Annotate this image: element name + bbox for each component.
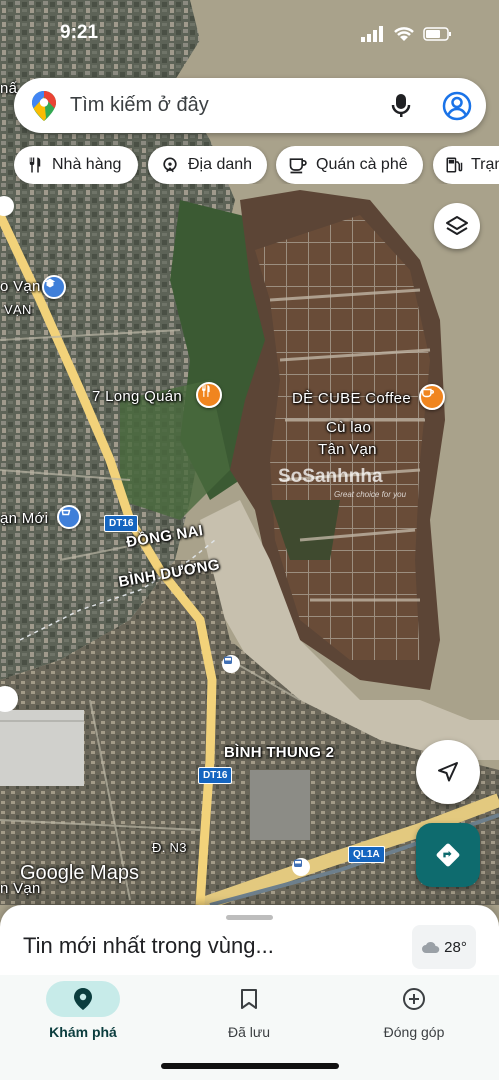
cloud-icon [422,941,440,953]
google-maps-attribution: Google Maps [20,862,139,884]
nav-icon-container [377,981,451,1017]
directions-icon [436,843,460,867]
chip-label: Quán cà phê [316,156,408,173]
coffee-pin-icon[interactable] [419,384,445,410]
chip-restaurants[interactable]: Nhà hàng [14,146,138,184]
coffee-icon [289,158,307,174]
status-icons [361,26,453,42]
road-shield-dt16: DT16 [104,515,139,532]
nav-active-indicator [46,981,120,1017]
nav-item-contribute[interactable]: Đóng góp [354,981,474,1061]
restaurant-pin-icon[interactable] [196,382,222,408]
search-input[interactable]: Tìm kiếm ở đây [70,94,209,117]
landmark-icon [163,157,177,173]
sheet-drag-handle[interactable] [226,915,273,920]
school-pin-icon[interactable] [42,275,66,299]
directions-button[interactable] [416,823,480,887]
weather-badge[interactable]: 28° [412,925,476,969]
nav-item-explore[interactable]: Khám phá [23,981,143,1061]
home-indicator [161,1063,339,1069]
status-bar: 9:21 [0,0,499,56]
road-shield-dt16-south: DT16 [198,767,233,784]
signal-icon [361,26,383,42]
location-pin-icon [74,988,92,1010]
left-label-nam: nấ [0,80,18,97]
island-label-line1: Cù lao [326,419,372,436]
shopping-pin-icon[interactable] [57,505,81,529]
poi-label-coffee[interactable]: DÈ CUBE Coffee [292,390,411,407]
sheet-title[interactable]: Tin mới nhất trong vùng... [23,933,274,959]
bookmark-icon [241,989,257,1009]
add-circle-icon [403,988,425,1010]
battery-icon [423,27,451,41]
chip-label: Nhà hàng [52,156,122,173]
left-label-van-2: VẠN [4,302,32,317]
weather-temperature: 28° [444,938,467,956]
left-label-van-moi: ạn Mới [0,510,49,527]
chip-coffee-shops[interactable]: Quán cà phê [276,146,423,184]
chip-landmarks[interactable]: Địa danh [148,146,267,184]
search-bar[interactable]: Tìm kiếm ở đây [14,78,486,133]
nav-item-saved[interactable]: Đã lưu [189,981,309,1061]
layers-button[interactable] [434,203,480,249]
google-maps-pin-icon [32,91,56,126]
layers-icon [446,216,468,235]
navigation-arrow-icon [438,762,458,782]
watermark-subtitle: Great choice for you [334,490,407,499]
road-label-n3: Đ. N3 [152,840,187,855]
chip-gas-stations[interactable]: Trạm [433,146,499,184]
bus-stop-icon[interactable] [222,655,240,673]
nav-label-contribute: Đóng góp [383,1024,445,1040]
area-label-binh-thung-2: BÌNH THUNG 2 [224,744,335,761]
nav-label-explore: Khám phá [49,1024,117,1040]
microphone-icon[interactable] [390,92,412,125]
status-time: 9:21 [60,22,99,43]
island-label-line2: Tân Vạn [318,441,377,458]
gas-station-icon [446,157,463,173]
account-avatar-icon[interactable] [442,91,472,126]
road-shield-ql1a: QL1A [348,846,385,863]
nav-label-saved: Đã lưu [227,1024,271,1040]
poi-label-restaurant[interactable]: 7 Long Quán [92,388,182,405]
restaurant-icon [29,157,41,173]
wifi-icon [394,27,414,41]
left-label-van: o Vạn [0,278,41,295]
chip-label: Trạm [471,156,499,173]
my-location-button[interactable] [416,740,480,804]
category-chips: Nhà hàng Địa danh Quán cà phê Trạm [14,146,499,184]
nav-icon-container [212,981,286,1017]
chip-label: Địa danh [188,156,253,173]
watermark: SoSanhnha [278,466,383,487]
bus-stop-icon-2[interactable] [292,858,310,876]
